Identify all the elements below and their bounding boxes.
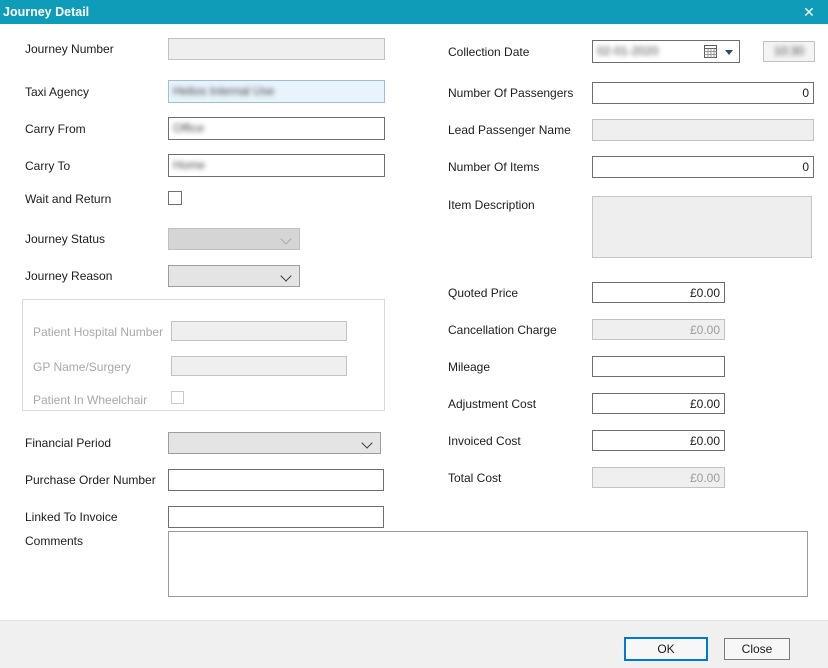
purchase-order-number-field[interactable] xyxy=(168,469,384,491)
cancellation-charge-label: Cancellation Charge xyxy=(448,323,557,337)
collection-date-picker[interactable]: 02-01-2020 xyxy=(592,40,740,63)
comments-label: Comments xyxy=(25,534,83,548)
wait-and-return-checkbox[interactable] xyxy=(168,191,182,205)
linked-to-invoice-field[interactable] xyxy=(168,506,384,528)
total-cost-label: Total Cost xyxy=(448,471,501,485)
carry-to-label: Carry To xyxy=(25,159,70,173)
item-description-label: Item Description xyxy=(448,198,535,212)
patient-hospital-number-field xyxy=(171,321,347,341)
wait-and-return-label: Wait and Return xyxy=(25,192,111,206)
comments-field[interactable] xyxy=(168,531,808,597)
taxi-agency-label: Taxi Agency xyxy=(25,85,89,99)
lead-passenger-name-field xyxy=(592,119,814,141)
carry-from-value: Office xyxy=(169,118,208,135)
journey-status-label: Journey Status xyxy=(25,232,105,246)
purchase-order-number-label: Purchase Order Number xyxy=(25,473,156,487)
collection-time-value: 10:30 xyxy=(774,42,804,58)
financial-period-label: Financial Period xyxy=(25,436,111,450)
taxi-agency-value: Helios Internal Use xyxy=(169,81,278,98)
gp-name-surgery-field xyxy=(171,356,347,376)
dialog-title: Journey Detail xyxy=(3,0,89,24)
lead-passenger-name-label: Lead Passenger Name xyxy=(448,123,571,137)
patient-group-box: Patient Hospital Number GP Name/Surgery … xyxy=(22,299,385,411)
carry-from-field[interactable]: Office xyxy=(168,117,385,140)
chevron-down-icon xyxy=(361,437,372,448)
invoiced-cost-field[interactable] xyxy=(592,430,725,451)
linked-to-invoice-label: Linked To Invoice xyxy=(25,510,118,524)
calendar-icon[interactable] xyxy=(704,45,717,58)
close-icon[interactable]: ✕ xyxy=(790,0,828,24)
patient-hospital-number-label: Patient Hospital Number xyxy=(33,325,163,339)
journey-detail-dialog: Journey Detail ✕ Journey Number Taxi Age… xyxy=(0,0,828,668)
mileage-field[interactable] xyxy=(592,356,725,377)
collection-time-field[interactable]: 10:30 xyxy=(763,41,815,62)
cancellation-charge-field xyxy=(592,319,725,340)
collection-date-label: Collection Date xyxy=(448,45,529,59)
number-of-items-label: Number Of Items xyxy=(448,160,539,174)
total-cost-field xyxy=(592,467,725,488)
journey-number-label: Journey Number xyxy=(25,42,114,56)
patient-in-wheelchair-checkbox xyxy=(171,391,184,404)
journey-number-field xyxy=(168,38,385,60)
number-of-passengers-field[interactable] xyxy=(592,82,814,104)
title-bar: Journey Detail ✕ xyxy=(0,0,828,24)
financial-period-dropdown[interactable] xyxy=(168,432,381,454)
adjustment-cost-label: Adjustment Cost xyxy=(448,397,536,411)
mileage-label: Mileage xyxy=(448,360,490,374)
quoted-price-field[interactable] xyxy=(592,282,725,303)
footer-bar: OK Close xyxy=(0,620,828,668)
item-description-field xyxy=(592,196,812,258)
dropdown-arrow-icon[interactable] xyxy=(725,50,733,55)
carry-from-label: Carry From xyxy=(25,122,86,136)
journey-reason-dropdown[interactable] xyxy=(168,265,300,287)
adjustment-cost-field[interactable] xyxy=(592,393,725,414)
collection-date-value: 02-01-2020 xyxy=(597,44,658,58)
journey-status-dropdown xyxy=(168,228,300,250)
number-of-items-field[interactable] xyxy=(592,156,814,178)
ok-button[interactable]: OK xyxy=(624,637,708,661)
invoiced-cost-label: Invoiced Cost xyxy=(448,434,521,448)
journey-reason-label: Journey Reason xyxy=(25,269,112,283)
number-of-passengers-label: Number Of Passengers xyxy=(448,86,573,100)
gp-name-surgery-label: GP Name/Surgery xyxy=(33,360,131,374)
carry-to-value: Home xyxy=(169,155,209,172)
taxi-agency-field[interactable]: Helios Internal Use xyxy=(168,80,385,103)
chevron-down-icon xyxy=(280,233,291,244)
close-button[interactable]: Close xyxy=(724,638,790,660)
carry-to-field[interactable]: Home xyxy=(168,154,385,177)
patient-in-wheelchair-label: Patient In Wheelchair xyxy=(33,393,147,407)
quoted-price-label: Quoted Price xyxy=(448,286,518,300)
chevron-down-icon xyxy=(280,270,291,281)
